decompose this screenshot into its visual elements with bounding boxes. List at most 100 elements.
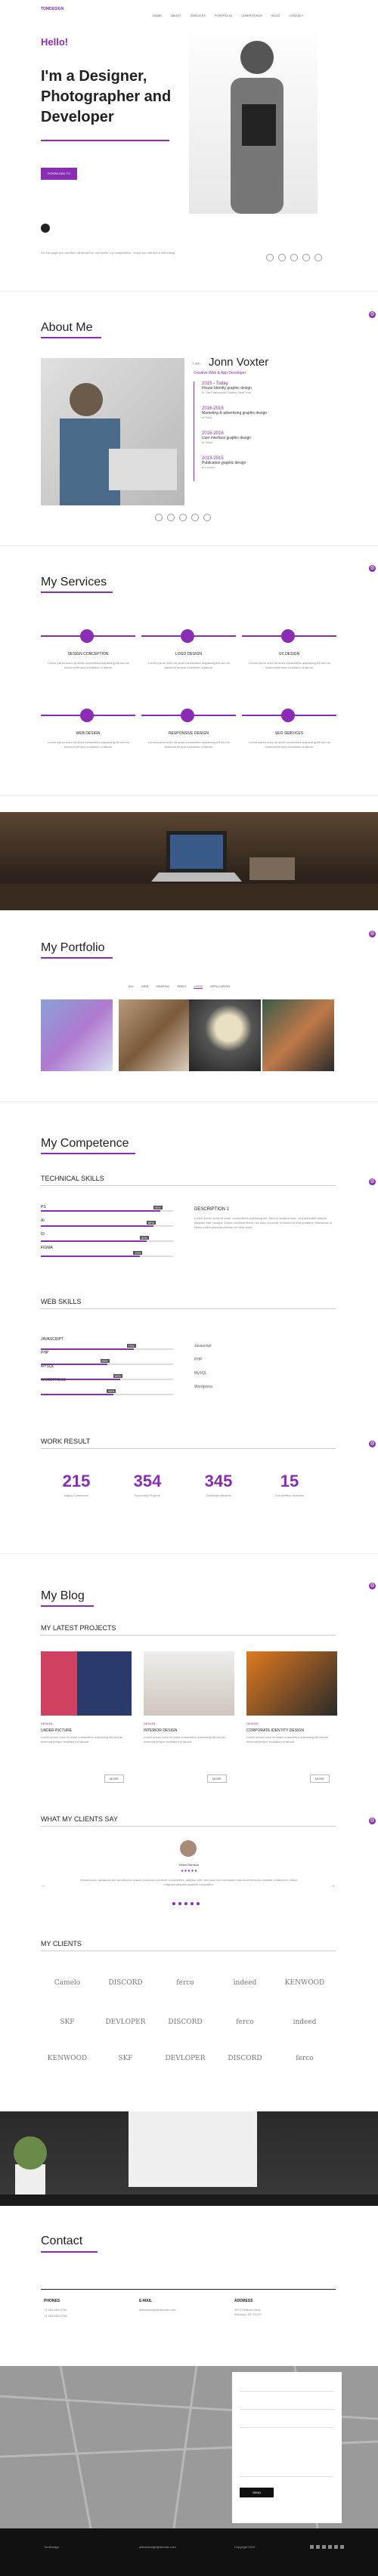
divider <box>0 795 378 796</box>
phone-1[interactable]: +1 555-555-5755 <box>44 2308 67 2312</box>
behance-icon[interactable] <box>340 2545 344 2549</box>
brand-logo[interactable]: TOMDESIGN <box>41 7 64 11</box>
timeline-place: in London <box>202 465 215 469</box>
service-card[interactable]: UX DESIGN Lorem ipsum dolor sit amet cons… <box>242 629 336 701</box>
work-result-rule <box>41 1448 336 1449</box>
nav-item[interactable]: PORTFOLIO <box>215 14 232 17</box>
instagram-icon[interactable] <box>328 2545 332 2549</box>
name-field[interactable] <box>240 2381 334 2392</box>
service-card[interactable]: RESPONSIVE DESIGN Lorem ipsum dolor sit a… <box>141 709 236 780</box>
blog-tag: DESIGN <box>246 1722 259 1725</box>
message-field[interactable] <box>240 2435 334 2477</box>
carousel-dot[interactable] <box>191 1902 194 1905</box>
portfolio-item[interactable] <box>189 999 261 1071</box>
play-icon[interactable] <box>41 224 50 233</box>
instagram-icon[interactable] <box>191 514 199 521</box>
carousel-dot[interactable] <box>184 1902 187 1905</box>
service-card[interactable]: WEB DESIGN Lorem ipsum dolor sit amet con… <box>41 709 135 780</box>
skill-name: FIGMA <box>41 1246 53 1250</box>
work-stat-label: Happy Customers <box>64 1493 88 1497</box>
settings-gear-icon[interactable]: ⚙ <box>369 565 376 572</box>
desk-banner <box>0 2111 378 2206</box>
next-arrow-icon[interactable]: → <box>330 1882 336 1889</box>
behance-icon[interactable] <box>314 254 322 261</box>
blog-card[interactable]: DESIGN UNDER PICTURE Lorem ipsum dolor sit… <box>41 1651 132 1787</box>
email-link[interactable]: adtomdesign@domain.com <box>139 2308 176 2312</box>
facebook-icon[interactable] <box>155 514 163 521</box>
service-card[interactable]: SEO SERVICES Lorem ipsum dolor sit amet c… <box>242 709 336 780</box>
service-name: WEB DESIGN <box>76 731 101 736</box>
blog-card[interactable]: DESIGN INTERIOR DESIGN Lorem ipsum dolor s… <box>144 1651 234 1787</box>
nav-item[interactable]: BLOG <box>271 14 280 17</box>
contact-underline <box>41 2251 98 2253</box>
settings-gear-icon[interactable]: ⚙ <box>369 931 376 937</box>
blog-more-button[interactable]: MORE <box>104 1774 124 1783</box>
skill-percent: 55% <box>107 1389 116 1393</box>
hero-underline <box>41 140 169 141</box>
filter-application[interactable]: APPLICATION <box>210 984 230 989</box>
twitter-icon[interactable] <box>167 514 175 521</box>
nav-item[interactable]: SERVICES <box>191 14 206 17</box>
twitter-icon[interactable] <box>278 254 286 261</box>
blog-more-button[interactable]: MORE <box>207 1774 227 1783</box>
settings-gear-icon[interactable]: ⚙ <box>369 1583 376 1589</box>
carousel-dot[interactable] <box>197 1902 200 1905</box>
service-name: LOGO DESIGN <box>175 652 202 656</box>
linkedin-icon[interactable] <box>322 2545 326 2549</box>
filter-print[interactable]: PRINT <box>177 984 186 989</box>
web-skill-list-item: Wordpress <box>194 1385 213 1389</box>
blog-image <box>144 1651 234 1716</box>
twitter-icon[interactable] <box>316 2545 320 2549</box>
nav-item[interactable]: HOME <box>153 14 162 17</box>
download-cv-button[interactable]: DOWNLOAD CV <box>41 168 77 180</box>
filter-logo[interactable]: LOGO <box>194 984 203 989</box>
footer-col-3: Copyright 2019 <box>234 2545 256 2549</box>
client-logo: ferco <box>296 2055 314 2062</box>
service-name: RESPONSIVE DESIGN <box>168 731 209 736</box>
filter-web[interactable]: WEB <box>141 984 148 989</box>
email-field[interactable] <box>240 2399 334 2410</box>
skill-fill <box>41 1210 160 1212</box>
timeline-item: 2013-2015 Publication graphic design in Lo… <box>202 456 345 481</box>
facebook-icon[interactable] <box>310 2545 314 2549</box>
prev-arrow-icon[interactable]: ← <box>41 1882 47 1889</box>
pinterest-icon[interactable] <box>334 2545 338 2549</box>
service-card[interactable]: DESIGN CONCEPTION Lorem ipsum dolor sit a… <box>41 629 135 701</box>
service-card[interactable]: LOGO DESIGN Lorem ipsum dolor sit amet co… <box>141 629 236 701</box>
skill-percent: 75% <box>133 1251 143 1255</box>
nav-item[interactable]: COMPETENCE <box>241 14 262 17</box>
settings-gear-icon[interactable]: ⚙ <box>369 1178 376 1185</box>
nav-item[interactable]: ABOUT <box>171 14 181 17</box>
blog-more-button[interactable]: MORE <box>310 1774 330 1783</box>
facebook-icon[interactable] <box>266 254 274 261</box>
subject-field[interactable] <box>240 2417 334 2428</box>
footer: TomDesign adtomdesign@domain.com Copyrig… <box>0 2528 378 2576</box>
linkedin-icon[interactable] <box>290 254 298 261</box>
settings-gear-icon[interactable]: ⚙ <box>369 1441 376 1447</box>
service-desc: Lorem ipsum dolor sit amet consectetur a… <box>147 661 231 669</box>
nav-item[interactable]: CONTACT <box>289 14 303 17</box>
blog-title: My Blog <box>41 1589 85 1602</box>
footer-social <box>310 2545 344 2549</box>
carousel-dot[interactable] <box>172 1902 175 1905</box>
about-underline <box>41 337 101 338</box>
portfolio-item[interactable] <box>119 999 191 1071</box>
work-stat-label: Developed Brands <box>206 1493 231 1497</box>
blog-card[interactable]: DESIGN CORPORATE IDENTITY DESIGN Lorem ips… <box>246 1651 337 1787</box>
service-name: UX DESIGN <box>278 652 300 656</box>
carousel-dot[interactable] <box>178 1902 181 1905</box>
social-row <box>266 254 327 261</box>
skill-bar: 85% <box>41 1221 173 1227</box>
instagram-icon[interactable] <box>302 254 310 261</box>
settings-gear-icon[interactable]: ⚙ <box>369 311 376 318</box>
settings-gear-icon[interactable]: ⚙ <box>369 1818 376 1824</box>
service-desc: Lorem ipsum dolor sit amet consectetur a… <box>147 740 231 749</box>
portfolio-item[interactable] <box>41 999 113 1071</box>
filter-all[interactable]: ALL <box>129 984 134 989</box>
filter-graphic[interactable]: GRAPHIC <box>156 984 169 989</box>
phone-2[interactable]: +1 555-555-5756 <box>44 2314 67 2318</box>
portfolio-item[interactable] <box>262 999 334 1071</box>
send-button[interactable]: SEND <box>240 2488 274 2497</box>
behance-icon[interactable] <box>203 514 211 521</box>
linkedin-icon[interactable] <box>179 514 187 521</box>
